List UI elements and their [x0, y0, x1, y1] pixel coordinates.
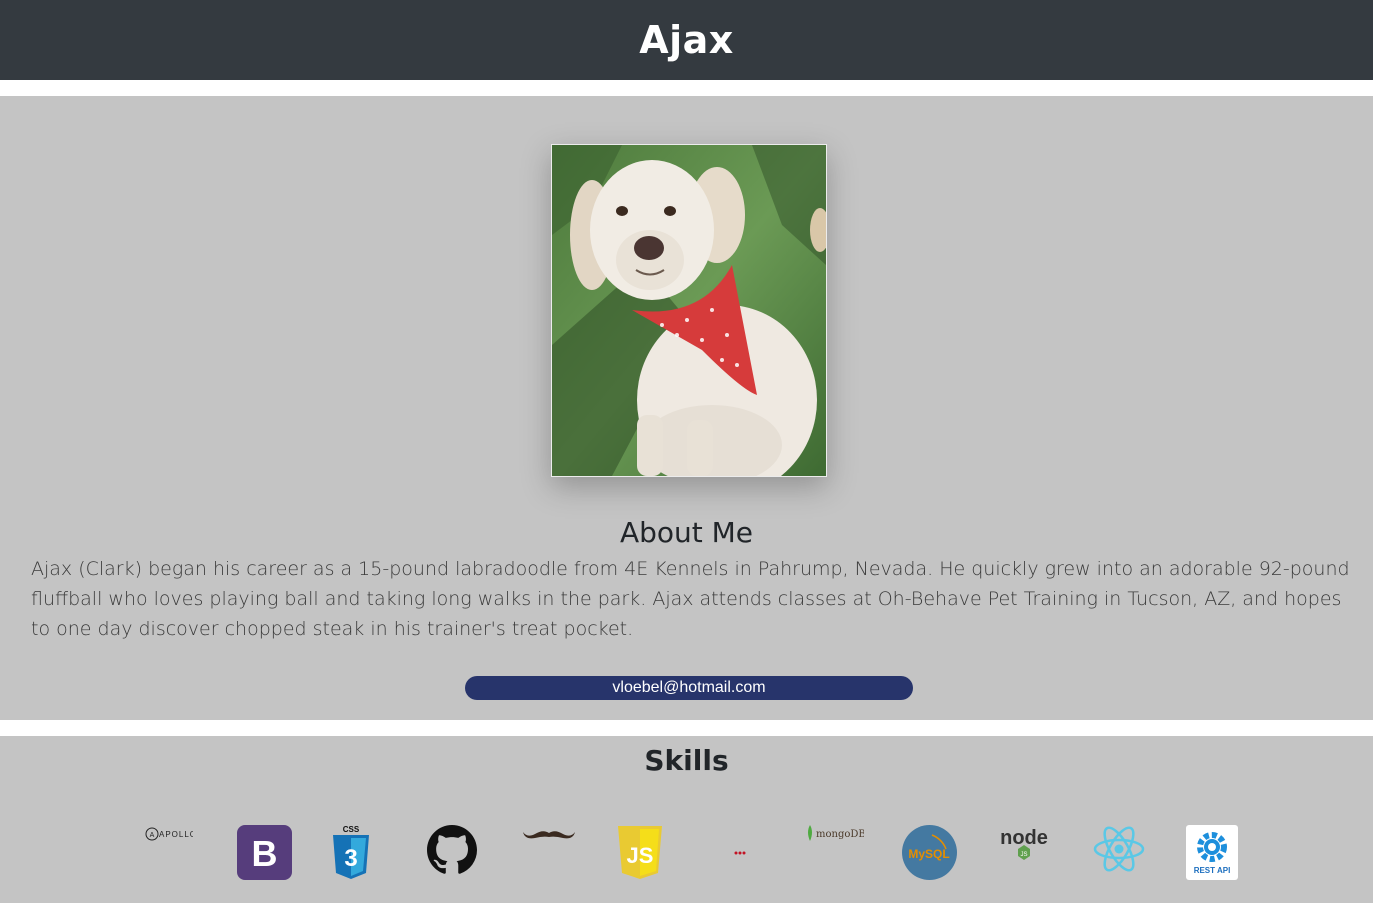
svg-text:JS: JS	[1020, 852, 1027, 858]
skills-section: Skills A APOLLO B CSS 3	[0, 736, 1373, 903]
email-button[interactable]: vloebel@hotmail.com	[465, 676, 913, 700]
svg-text:B: B	[252, 833, 278, 874]
mongodb-icon: mongoDB	[806, 824, 864, 842]
svg-text:MySQL: MySQL	[908, 847, 949, 861]
javascript-icon: JS	[617, 825, 663, 880]
handlebars-icon	[521, 824, 577, 840]
about-section: About Me Ajax (Clark) began his career a…	[0, 96, 1373, 720]
svg-text:mongoDB: mongoDB	[816, 829, 864, 840]
rest-api-icon: REST API	[1186, 825, 1238, 880]
svg-text:A: A	[150, 832, 155, 839]
github-icon	[427, 825, 477, 875]
page-title: Ajax	[639, 18, 734, 62]
react-icon	[1093, 824, 1145, 874]
svg-text:REST API: REST API	[1194, 866, 1231, 875]
svg-text:APOLLO: APOLLO	[159, 830, 193, 839]
skills-heading: Skills	[644, 744, 729, 777]
nodejs-icon: node JS	[996, 825, 1052, 861]
profile-photo	[551, 144, 827, 477]
mysql-icon: MySQL	[902, 825, 957, 880]
site-header: Ajax	[0, 0, 1373, 80]
svg-text:CSS: CSS	[343, 825, 360, 834]
about-bio: Ajax (Clark) began his career as a 15-po…	[31, 558, 1350, 640]
apollo-icon: A APOLLO	[145, 827, 193, 841]
css3-icon: CSS 3	[331, 824, 371, 880]
bootstrap-icon: B	[237, 825, 292, 880]
about-heading: About Me	[619, 516, 754, 549]
svg-text:JS: JS	[627, 843, 654, 868]
jest-icon	[734, 849, 746, 857]
svg-text:3: 3	[344, 845, 357, 872]
dog-photo-image	[552, 145, 826, 476]
